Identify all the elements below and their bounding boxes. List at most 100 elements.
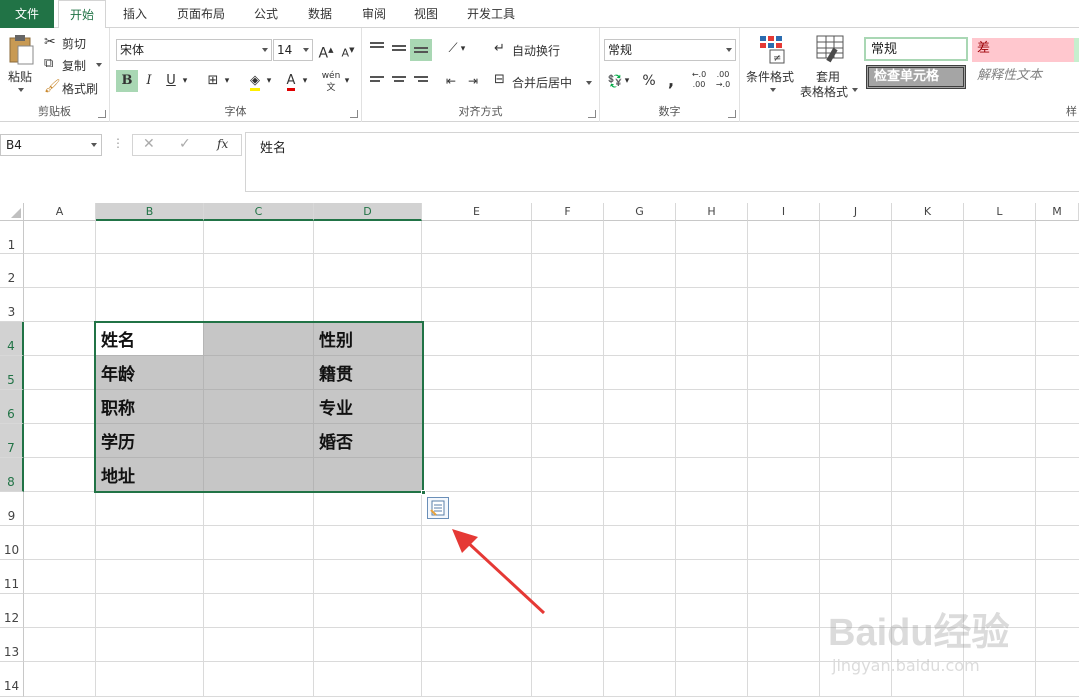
underline-dropdown-icon[interactable]: ▾ bbox=[180, 70, 190, 92]
style-check-cell[interactable]: 检查单元格 bbox=[866, 65, 966, 89]
column-header-L[interactable]: L bbox=[964, 203, 1036, 221]
align-bottom-button[interactable] bbox=[410, 39, 432, 61]
cell-B7[interactable]: 学历 bbox=[96, 426, 135, 460]
row-header-7[interactable]: 7 bbox=[0, 424, 24, 458]
borders-dropdown-icon[interactable]: ▾ bbox=[222, 70, 232, 92]
enter-icon[interactable]: ✓ bbox=[179, 136, 191, 152]
borders-icon[interactable]: ⊞ bbox=[202, 70, 224, 92]
font-launcher-icon[interactable] bbox=[350, 110, 358, 118]
style-bad[interactable]: 差 bbox=[972, 38, 1074, 62]
column-header-H[interactable]: H bbox=[676, 203, 748, 221]
row-header-13[interactable]: 13 bbox=[0, 628, 24, 662]
row-header-5[interactable]: 5 bbox=[0, 356, 24, 390]
tab-page-layout[interactable]: 页面布局 bbox=[168, 0, 234, 28]
style-good-partial[interactable] bbox=[1074, 38, 1079, 62]
column-header-M[interactable]: M bbox=[1036, 203, 1079, 221]
tab-data[interactable]: 数据 bbox=[298, 0, 342, 28]
cut-button[interactable]: ✂ 剪切 bbox=[44, 34, 104, 52]
column-header-G[interactable]: G bbox=[604, 203, 676, 221]
tab-view[interactable]: 视图 bbox=[404, 0, 448, 28]
tab-insert[interactable]: 插入 bbox=[112, 0, 158, 28]
cell-B5[interactable]: 年龄 bbox=[96, 358, 135, 392]
wrap-text-button[interactable]: ↵ 自动换行 bbox=[494, 40, 594, 60]
style-explanatory[interactable]: 解释性文本 bbox=[972, 65, 1076, 89]
column-header-C[interactable]: C bbox=[204, 203, 314, 221]
column-header-A[interactable]: A bbox=[24, 203, 96, 221]
formula-input[interactable]: 姓名 bbox=[245, 132, 1079, 192]
insert-function-icon[interactable]: fx bbox=[217, 137, 228, 151]
worksheet-grid[interactable]: ABCDEFGHIJKLM 1 2 3 4 5 6 7 8 9 10 11 12 13 14 姓名 性别 … bbox=[0, 203, 1079, 697]
merge-center-button[interactable]: ⊟ 合并后居中 bbox=[494, 72, 598, 92]
tab-home[interactable]: 开始 bbox=[58, 0, 106, 29]
fill-color-dropdown-icon[interactable]: ▾ bbox=[264, 70, 274, 92]
format-painter-button[interactable]: 🖌 格式刷 bbox=[44, 79, 104, 97]
cancel-icon[interactable]: ✕ bbox=[143, 136, 155, 152]
row-header-14[interactable]: 14 bbox=[0, 662, 24, 697]
column-header-E[interactable]: E bbox=[422, 203, 532, 221]
row-header-4[interactable]: 4 bbox=[0, 322, 24, 356]
increase-font-icon[interactable]: A▲ bbox=[315, 39, 337, 62]
row-header-10[interactable]: 10 bbox=[0, 526, 24, 560]
font-name-select[interactable]: 宋体 bbox=[116, 39, 272, 61]
paste-dropdown-icon[interactable] bbox=[18, 88, 24, 92]
align-center-icon[interactable] bbox=[392, 76, 406, 88]
clipboard-launcher-icon[interactable] bbox=[98, 110, 106, 118]
cell-B6[interactable]: 职称 bbox=[96, 392, 135, 426]
number-format-select[interactable]: 常规 bbox=[604, 39, 736, 61]
phonetic-guide-icon[interactable]: wén 文 bbox=[320, 70, 342, 93]
cell-D4[interactable]: 性别 bbox=[314, 324, 353, 358]
style-normal[interactable]: 常规 bbox=[864, 37, 968, 61]
bold-button[interactable]: B bbox=[116, 70, 138, 92]
tab-file[interactable]: 文件 bbox=[0, 0, 54, 28]
column-header-I[interactable]: I bbox=[748, 203, 820, 221]
column-header-F[interactable]: F bbox=[532, 203, 604, 221]
font-size-select[interactable]: 14 bbox=[273, 39, 313, 61]
fill-handle[interactable] bbox=[421, 490, 426, 495]
align-middle-icon[interactable] bbox=[392, 45, 406, 57]
decrease-font-icon[interactable]: A▼ bbox=[337, 39, 359, 61]
fill-color-icon[interactable]: ◈ bbox=[244, 70, 266, 92]
align-top-icon[interactable] bbox=[370, 42, 384, 54]
column-header-B[interactable]: B bbox=[96, 203, 204, 221]
format-as-table-button[interactable]: 套用 表格格式 bbox=[800, 34, 860, 100]
name-box[interactable]: B4 bbox=[0, 134, 102, 156]
tab-review[interactable]: 审阅 bbox=[352, 0, 396, 28]
column-header-D[interactable]: D bbox=[314, 203, 422, 221]
alignment-launcher-icon[interactable] bbox=[588, 110, 596, 118]
cell-D5[interactable]: 籍贯 bbox=[314, 358, 353, 392]
column-header-J[interactable]: J bbox=[820, 203, 892, 221]
tab-developer[interactable]: 开发工具 bbox=[458, 0, 524, 28]
italic-button[interactable]: I bbox=[138, 70, 160, 92]
font-color-icon[interactable]: A bbox=[280, 70, 302, 92]
row-header-12[interactable]: 12 bbox=[0, 594, 24, 628]
decrease-decimal-icon[interactable]: .00 →.0 bbox=[712, 70, 734, 92]
row-header-11[interactable]: 11 bbox=[0, 560, 24, 594]
increase-decimal-icon[interactable]: ←.0.00 bbox=[688, 70, 710, 92]
underline-button[interactable]: U bbox=[160, 70, 182, 92]
select-all-corner[interactable] bbox=[0, 203, 24, 221]
column-header-K[interactable]: K bbox=[892, 203, 964, 221]
row-header-6[interactable]: 6 bbox=[0, 390, 24, 424]
paste-button[interactable]: 粘贴 bbox=[4, 34, 36, 100]
orientation-dropdown-icon[interactable]: ▾ bbox=[458, 38, 468, 60]
decrease-indent-icon[interactable]: ⇤ bbox=[440, 70, 462, 92]
cell-D7[interactable]: 婚否 bbox=[314, 426, 353, 460]
percent-button[interactable]: % bbox=[638, 70, 660, 92]
align-left-icon[interactable] bbox=[370, 76, 384, 88]
comma-button[interactable]: , bbox=[660, 70, 682, 92]
align-right-icon[interactable] bbox=[414, 76, 428, 88]
cell-D6[interactable]: 专业 bbox=[314, 392, 353, 426]
increase-indent-icon[interactable]: ⇥ bbox=[462, 70, 484, 92]
font-color-dropdown-icon[interactable]: ▾ bbox=[300, 70, 310, 92]
tab-formulas[interactable]: 公式 bbox=[244, 0, 288, 28]
copy-button[interactable]: ⧉ 复制 bbox=[44, 56, 108, 74]
row-header-2[interactable]: 2 bbox=[0, 254, 24, 288]
cell-B4[interactable]: 姓名 bbox=[96, 324, 135, 358]
conditional-formatting-button[interactable]: ≠ 条件格式 bbox=[744, 34, 800, 98]
row-header-9[interactable]: 9 bbox=[0, 492, 24, 526]
phonetic-dropdown-icon[interactable]: ▾ bbox=[342, 70, 352, 92]
row-header-8[interactable]: 8 bbox=[0, 458, 24, 492]
row-header-3[interactable]: 3 bbox=[0, 288, 24, 322]
currency-dropdown-icon[interactable]: ▾ bbox=[622, 70, 632, 92]
number-launcher-icon[interactable] bbox=[728, 110, 736, 118]
